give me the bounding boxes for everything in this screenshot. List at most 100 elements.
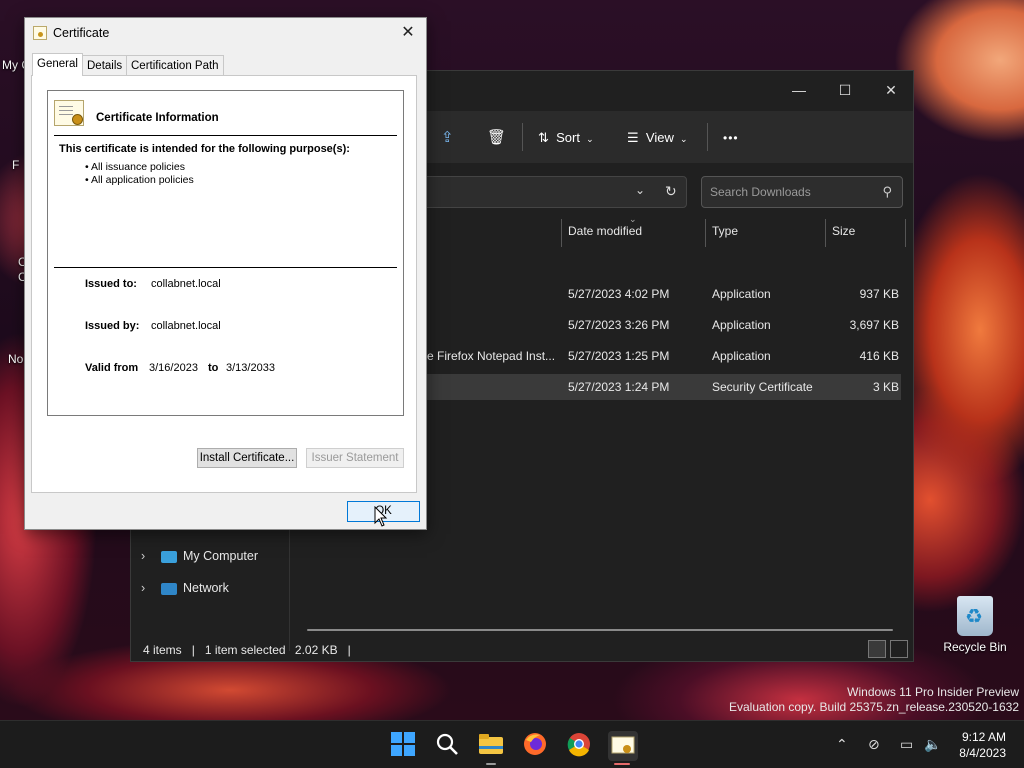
tab-certification-path[interactable]: Certification Path	[126, 55, 224, 75]
search-icon[interactable]	[434, 731, 460, 757]
close-button[interactable]: ✕	[869, 77, 913, 103]
chevron-down-icon[interactable]: ⌄	[635, 183, 645, 197]
column-divider[interactable]	[561, 219, 562, 247]
search-input[interactable]: Search Downloads ⚲	[701, 176, 903, 208]
system-clock[interactable]: 9:12 AM 8/4/2023	[959, 729, 1006, 761]
nav-item-network[interactable]: › Network	[141, 577, 229, 599]
view-label: View	[645, 130, 674, 145]
more-options-button[interactable]: •••	[723, 125, 739, 151]
firefox-icon[interactable]	[522, 731, 548, 757]
taskbar: ⌃ ⊘ ▭ 🔈 9:12 AM 8/4/2023	[0, 720, 1024, 768]
status-bar: 4 items | 1 item selected 2.02 KB |	[143, 643, 351, 657]
file-row-selected[interactable]: 5/27/2023 1:24 PM Security Certificate 3…	[427, 374, 901, 400]
divider	[54, 135, 397, 136]
tab-panel-general: Certificate Information This certificate…	[31, 75, 417, 493]
selection-count: 1 item selected	[204, 643, 286, 657]
column-divider[interactable]	[905, 219, 906, 247]
issuer-statement-button: Issuer Statement	[306, 448, 404, 468]
file-type: Application	[712, 318, 771, 332]
os-watermark: Windows 11 Pro Insider Preview Evaluatio…	[729, 685, 1019, 715]
network-offline-icon[interactable]: ⊘	[868, 736, 880, 753]
file-row[interactable]: 5/27/2023 3:26 PM Application 3,697 KB	[427, 312, 901, 338]
column-date-modified[interactable]: Date modified	[568, 224, 642, 238]
item-count: 4 items	[143, 643, 182, 657]
purpose-item: • All application policies	[85, 174, 194, 186]
file-size: 937 KB	[859, 287, 899, 301]
large-icons-view-button[interactable]	[890, 640, 908, 658]
file-date: 5/27/2023 3:26 PM	[568, 318, 670, 332]
view-button[interactable]: ☰ View ⌄	[627, 125, 688, 151]
purpose-title: This certificate is intended for the fol…	[59, 143, 350, 155]
maximize-button[interactable]: ☐	[823, 77, 867, 103]
active-app-indicator	[614, 763, 630, 765]
purpose-item: • All issuance policies	[85, 161, 185, 173]
certificate-icon	[33, 26, 47, 40]
nav-label: My Computer	[183, 549, 259, 563]
column-type[interactable]: Type	[712, 224, 738, 238]
column-divider[interactable]	[705, 219, 706, 247]
certificate-app-icon[interactable]	[608, 731, 638, 761]
chevron-down-icon: ⌄	[583, 134, 594, 144]
info-heading: Certificate Information	[96, 112, 219, 124]
volume-icon[interactable]: 🔈	[924, 736, 941, 753]
start-icon[interactable]	[390, 731, 416, 757]
mouse-cursor-icon	[374, 506, 388, 527]
file-date: 5/27/2023 1:25 PM	[568, 349, 670, 363]
file-row[interactable]: 5/27/2023 4:02 PM Application 937 KB	[427, 281, 901, 307]
chrome-icon[interactable]	[566, 731, 592, 757]
toolbar-divider	[707, 123, 708, 151]
sort-icon: ⇅	[538, 130, 549, 145]
file-type: Application	[712, 287, 771, 301]
refresh-icon[interactable]: ↻	[665, 183, 677, 200]
valid-to-value: 3/13/2033	[226, 362, 275, 374]
column-divider[interactable]	[825, 219, 826, 247]
display-icon[interactable]: ▭	[900, 736, 913, 753]
navigation-pane-divider[interactable]	[289, 511, 290, 651]
file-row[interactable]: e Firefox Notepad Inst... 5/27/2023 1:25…	[427, 343, 901, 369]
close-icon[interactable]: ✕	[396, 22, 420, 44]
recycle-bin-icon	[957, 596, 993, 636]
details-view-button[interactable]	[868, 640, 886, 658]
file-type: Application	[712, 349, 771, 363]
file-date: 5/27/2023 4:02 PM	[568, 287, 670, 301]
selection-size: 2.02 KB	[294, 643, 338, 657]
recycle-bin-label: Recycle Bin	[943, 640, 1007, 654]
file-date: 5/27/2023 1:24 PM	[568, 380, 670, 394]
tab-details[interactable]: Details	[82, 55, 128, 75]
desktop-label-1[interactable]: F	[12, 158, 19, 172]
file-type: Security Certificate	[712, 380, 813, 394]
toolbar-divider	[522, 123, 523, 151]
desktop-label-4[interactable]: No	[8, 352, 23, 366]
clock-date: 8/4/2023	[959, 746, 1006, 760]
minimize-button[interactable]: —	[777, 77, 821, 103]
share-icon[interactable]: ⇪	[441, 125, 454, 151]
watermark-edition: Windows 11 Pro Insider Preview	[847, 685, 1019, 699]
chevron-up-icon[interactable]: ⌃	[836, 736, 848, 753]
nav-label: Network	[183, 581, 229, 595]
certificate-icon	[54, 100, 84, 126]
view-icon: ☰	[627, 130, 639, 145]
sort-label: Sort	[556, 130, 580, 145]
horizontal-scrollbar[interactable]	[307, 629, 893, 631]
recycle-bin-shortcut[interactable]: Recycle Bin	[940, 596, 1010, 654]
status-divider: |	[340, 643, 351, 657]
tab-general[interactable]: General	[32, 53, 83, 76]
column-size[interactable]: Size	[832, 224, 855, 238]
issued-by-label: Issued by:	[85, 320, 140, 332]
delete-icon[interactable]: 🗑	[487, 125, 506, 151]
sort-button[interactable]: ⇅ Sort ⌄	[538, 125, 594, 151]
file-size: 3,697 KB	[849, 318, 899, 332]
file-explorer-icon[interactable]	[478, 731, 504, 757]
dialog-title: Certificate	[53, 26, 110, 40]
file-size: 3 KB	[872, 380, 899, 394]
nav-item-my-computer[interactable]: › My Computer	[141, 545, 258, 567]
search-placeholder: Search Downloads	[710, 185, 811, 199]
computer-icon	[161, 550, 177, 563]
search-icon: ⚲	[882, 184, 892, 199]
chevron-down-icon: ⌄	[677, 134, 688, 144]
chevron-right-icon[interactable]: ›	[141, 545, 155, 567]
install-certificate-button[interactable]: Install Certificate...	[197, 448, 297, 468]
chevron-right-icon[interactable]: ›	[141, 577, 155, 599]
sort-indicator-icon: ⌄	[629, 214, 637, 224]
network-icon	[161, 582, 177, 595]
